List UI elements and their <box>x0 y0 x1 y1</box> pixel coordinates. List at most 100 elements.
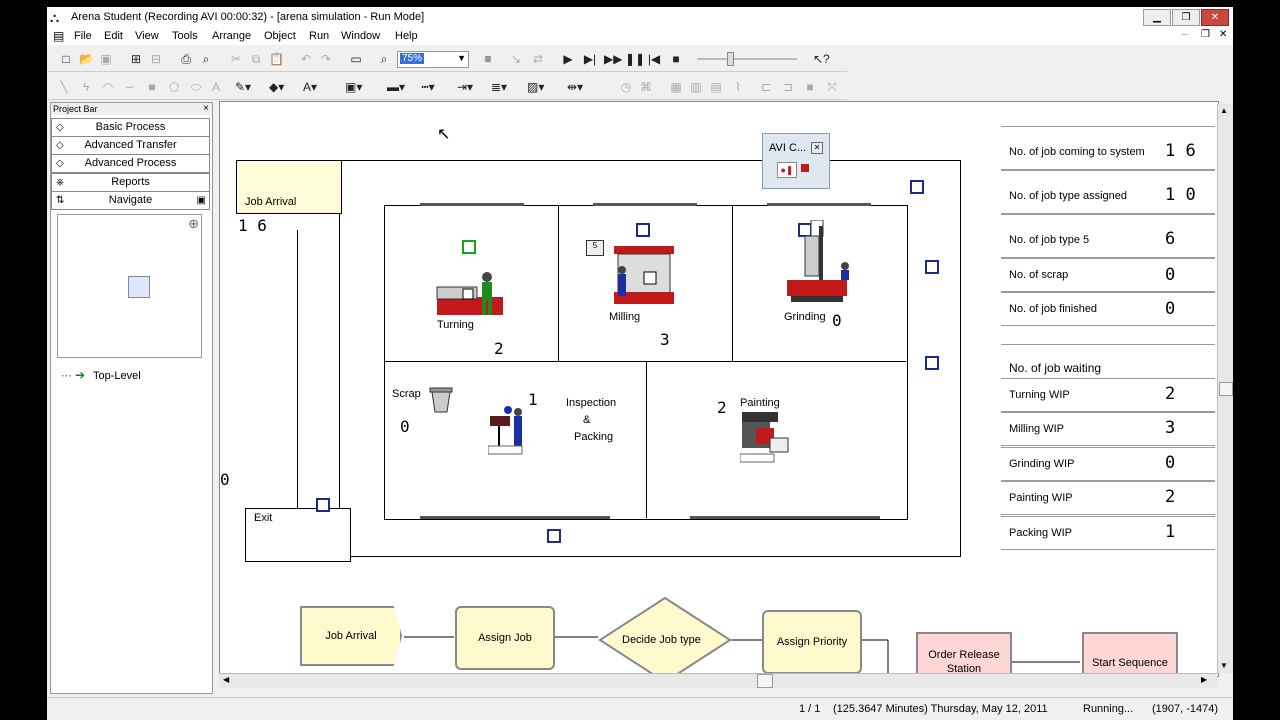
resource-icon[interactable]: ■ <box>803 80 817 94</box>
module-assign-job[interactable]: Assign Job <box>455 606 555 670</box>
menu-help[interactable]: Help <box>395 30 418 42</box>
vertical-scrollbar[interactable]: ▲ ▼ <box>1217 104 1233 673</box>
bezier-icon[interactable]: ∽ <box>123 80 137 94</box>
line-icon[interactable]: ╲ <box>57 80 71 94</box>
panel-navigate[interactable]: ⇅ Navigate ▣ <box>51 191 210 210</box>
scroll-left-icon[interactable]: ◀ <box>223 675 229 684</box>
help-pointer-icon[interactable]: ↖? <box>813 52 830 66</box>
stop-icon[interactable] <box>801 164 809 172</box>
new-icon[interactable]: □ <box>59 52 73 66</box>
step-icon[interactable]: ▶| <box>583 52 597 66</box>
start-over-icon[interactable]: |◀ <box>647 52 661 66</box>
menu-arrange[interactable]: Arrange <box>212 30 251 42</box>
cut-icon[interactable]: ✂ <box>229 52 243 66</box>
tree-item-top-level[interactable]: Top-Level <box>93 370 141 382</box>
variable-icon[interactable]: ▦ <box>669 80 683 94</box>
station-connect-icon[interactable]: ⇄ <box>531 52 545 66</box>
menu-object[interactable]: Object <box>264 30 296 42</box>
maximize-button[interactable]: ❐ <box>1172 9 1200 26</box>
record-pause-icon[interactable]: ●❚ <box>777 162 797 178</box>
template-attach-icon[interactable]: ⊞ <box>129 52 143 66</box>
navigate-thumbnail[interactable]: ⊕ <box>57 214 202 358</box>
fast-forward-icon[interactable]: ▶▶ <box>604 52 622 66</box>
queue-icon[interactable]: ⊏ <box>759 80 773 94</box>
view-rectangle[interactable] <box>128 276 150 298</box>
ellipse-icon[interactable]: ⬭ <box>189 80 203 94</box>
animation-speed-slider[interactable] <box>697 58 797 60</box>
scroll-down-icon[interactable]: ▼ <box>1220 661 1228 670</box>
date-icon[interactable]: ⌘ <box>639 80 653 94</box>
scroll-right-icon[interactable]: ▶ <box>1201 675 1207 684</box>
panel-advanced-process[interactable]: ◇ Advanced Process <box>51 154 210 173</box>
fill-pattern-icon[interactable]: ▨▾ <box>527 80 544 94</box>
line-style-icon[interactable]: ┅▾ <box>421 80 435 94</box>
module-job-arrival[interactable]: Job Arrival <box>300 606 402 666</box>
fill-color-icon[interactable]: ◆▾ <box>269 80 284 94</box>
open-icon[interactable]: 📂 <box>79 52 94 66</box>
menu-run[interactable]: Run <box>309 30 329 42</box>
text-color-icon[interactable]: A▾ <box>303 80 317 94</box>
undo-icon[interactable]: ↶ <box>299 52 313 66</box>
menu-tools[interactable]: Tools <box>172 30 198 42</box>
level-icon[interactable]: ▥ <box>689 80 703 94</box>
close-icon[interactable]: × <box>203 103 209 115</box>
print-icon[interactable]: ⎙ <box>179 52 193 66</box>
panel-reports[interactable]: ⎈ Reports <box>51 173 210 192</box>
menu-edit[interactable]: Edit <box>104 30 123 42</box>
redo-icon[interactable]: ↷ <box>319 52 333 66</box>
scroll-thumb[interactable] <box>1219 382 1233 396</box>
template-detach-icon[interactable]: ⊟ <box>149 52 163 66</box>
menu-view[interactable]: View <box>135 30 159 42</box>
polygon-icon[interactable]: ⬠ <box>167 80 181 94</box>
layers-icon[interactable]: ▭ <box>349 52 363 66</box>
panel-advanced-transfer[interactable]: ◇ Advanced Transfer <box>51 136 210 155</box>
histogram-icon[interactable]: ▤ <box>709 80 723 94</box>
arrow-style-icon[interactable]: ⇥▾ <box>457 80 473 94</box>
storage-icon[interactable]: ⊐ <box>781 80 795 94</box>
print-preview-icon[interactable]: ⌕ <box>199 52 213 66</box>
window-background-icon[interactable]: ▣▾ <box>345 80 362 94</box>
mdi-close-icon[interactable]: ✕ <box>1219 29 1227 40</box>
submodel-icon[interactable]: ≡ <box>481 52 495 66</box>
model-canvas[interactable]: ↖ Job Arrival 1 6 0 Exit Turning 2 5 Mil… <box>219 101 1219 677</box>
module-start-sequence[interactable]: Start Sequence <box>1082 632 1178 676</box>
paste-icon[interactable]: 📋 <box>269 52 284 66</box>
close-button[interactable]: ✕ <box>1201 9 1229 26</box>
polyline-icon[interactable]: ϟ <box>79 80 93 94</box>
module-assign-priority[interactable]: Assign Priority <box>762 610 862 674</box>
box-icon[interactable]: ■ <box>145 80 159 94</box>
slider-thumb[interactable] <box>727 52 734 66</box>
line-color-icon[interactable]: ✎▾ <box>235 80 251 94</box>
plot-icon[interactable]: ⌇ <box>731 80 745 94</box>
text-icon[interactable]: A <box>209 80 223 94</box>
connect-icon[interactable]: ↘ <box>509 52 523 66</box>
mdi-minimize-icon[interactable]: – <box>1182 29 1188 40</box>
scroll-up-icon[interactable]: ▲ <box>1220 106 1228 115</box>
zoom-icon[interactable]: ⌕ <box>377 52 391 66</box>
pause-icon[interactable]: ❚❚ <box>625 52 645 66</box>
scroll-thumb[interactable] <box>757 674 773 688</box>
zoom-select[interactable]: 75% ▼ <box>397 51 469 68</box>
menu-file[interactable]: File <box>74 30 92 42</box>
show-dimensions-icon[interactable]: ⇹▾ <box>567 80 583 94</box>
end-icon[interactable]: ■ <box>669 52 683 66</box>
clock-icon[interactable]: ◷ <box>619 80 633 94</box>
save-icon[interactable]: ▣ <box>99 52 113 66</box>
menu-window[interactable]: Window <box>341 30 380 42</box>
route-icon[interactable]: ⤧ <box>825 80 839 94</box>
line-pattern-icon[interactable]: ≣▾ <box>491 80 507 94</box>
avi-recorder-widget[interactable]: AVI C... ✕ ●❚ <box>762 133 830 189</box>
mdi-restore-icon[interactable]: ❐ <box>1201 29 1210 40</box>
copy-icon[interactable]: ⧉ <box>249 52 263 66</box>
horizontal-scrollbar[interactable]: ◀ ▶ <box>219 673 1217 688</box>
go-icon[interactable]: ▶ <box>561 52 575 66</box>
thumbnail-toggle-icon[interactable]: ▣ <box>197 192 206 209</box>
zoom-plus-icon[interactable]: ⊕ <box>188 216 199 232</box>
module-order-release-station[interactable]: Order Release Station <box>916 632 1012 676</box>
line-width-icon[interactable]: ▬▾ <box>387 80 405 94</box>
conveyor-segment <box>420 516 610 519</box>
minimize-button[interactable]: ▁ <box>1143 9 1171 26</box>
close-icon[interactable]: ✕ <box>811 142 823 154</box>
arc-icon[interactable]: ◠ <box>101 80 115 94</box>
panel-basic-process[interactable]: ◇ Basic Process <box>51 118 210 137</box>
